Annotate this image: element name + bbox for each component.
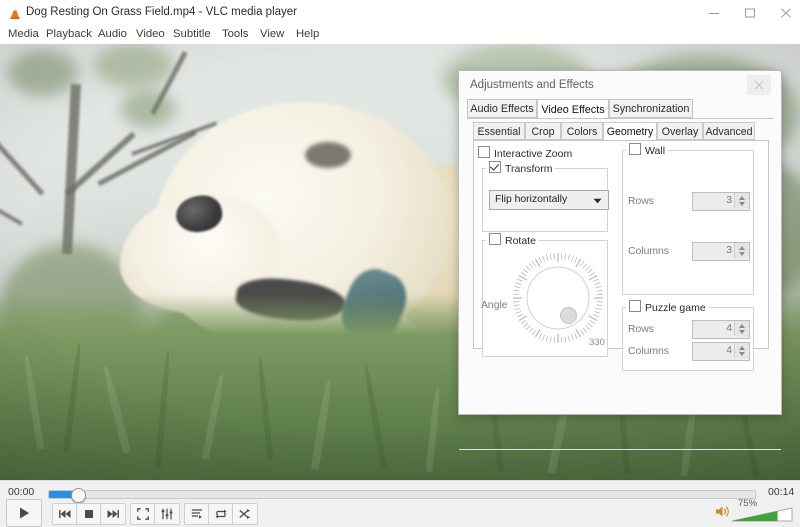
previous-icon (59, 510, 71, 518)
subtab-overlay[interactable]: Overlay (657, 122, 703, 140)
minimize-icon (709, 13, 719, 14)
playlist-button[interactable] (184, 503, 210, 525)
checkbox-box (478, 146, 490, 158)
wall-columns-value: 3 (726, 245, 732, 256)
subtab-advanced[interactable]: Advanced (703, 122, 755, 140)
fullscreen-button[interactable] (130, 503, 156, 525)
menu-subtitle[interactable]: Subtitle (171, 28, 213, 40)
volume-slider[interactable] (731, 507, 793, 522)
transform-mode-select[interactable]: Flip horizontally (489, 190, 609, 210)
wall-group (622, 150, 754, 295)
transform-mode-value: Flip horizontally (495, 194, 568, 205)
rotate-checkbox[interactable]: Rotate (486, 233, 539, 247)
loop-icon (215, 509, 227, 519)
vlc-cone-icon (10, 7, 20, 19)
close-icon (781, 8, 791, 18)
menu-view[interactable]: View (258, 28, 286, 40)
chevron-down-icon (593, 198, 602, 204)
puzzle-columns-value: 4 (726, 345, 732, 356)
window-title: Dog Resting On Grass Field.mp4 - VLC med… (26, 6, 297, 18)
loop-button[interactable] (208, 503, 234, 525)
subtab-colors[interactable]: Colors (561, 122, 603, 140)
spinner-arrows[interactable] (734, 321, 749, 336)
playback-control-bar: 00:00 00:14 75% (0, 480, 800, 527)
play-icon (20, 507, 29, 519)
maximize-button[interactable] (732, 0, 768, 26)
maximize-icon (745, 8, 755, 18)
puzzle-columns-label: Columns (628, 346, 669, 357)
checkbox-box (489, 161, 501, 173)
tab-video-effects[interactable]: Video Effects (537, 99, 609, 119)
wall-rows-label: Rows (628, 196, 654, 207)
vlc-main-window: Dog Resting On Grass Field.mp4 - VLC med… (0, 0, 800, 527)
tab-underline (467, 118, 773, 119)
playlist-icon (191, 509, 202, 519)
tab-audio-effects[interactable]: Audio Effects (467, 99, 537, 118)
wall-columns-label: Columns (628, 246, 669, 257)
menu-audio[interactable]: Audio (96, 28, 129, 40)
menu-video[interactable]: Video (134, 28, 167, 40)
title-bar: Dog Resting On Grass Field.mp4 - VLC med… (0, 0, 800, 26)
seek-slider[interactable] (48, 488, 756, 503)
seek-handle[interactable] (71, 488, 87, 503)
transform-checkbox[interactable]: Transform (486, 161, 556, 175)
speaker-icon[interactable] (715, 505, 730, 518)
next-button[interactable] (100, 503, 126, 525)
next-icon (107, 510, 119, 518)
angle-dial[interactable] (512, 252, 604, 344)
subtab-geometry[interactable]: Geometry (603, 122, 657, 141)
menu-bar: Media Playback Audio Video Subtitle Tool… (0, 26, 800, 44)
previous-button[interactable] (52, 503, 78, 525)
checkbox-box (629, 300, 641, 312)
rotate-label: Rotate (505, 235, 536, 247)
dialog-title: Adjustments and Effects (470, 79, 594, 91)
puzzle-label: Puzzle game (645, 302, 706, 314)
wall-rows-value: 3 (726, 195, 732, 206)
stop-button[interactable] (76, 503, 102, 525)
checkbox-box (489, 233, 501, 245)
wall-rows-spinner[interactable]: 3 (692, 192, 750, 211)
puzzle-group (622, 307, 754, 371)
angle-value: 330 (589, 337, 605, 348)
interactive-zoom-checkbox[interactable]: Interactive Zoom (478, 146, 572, 160)
puzzle-rows-value: 4 (726, 323, 732, 334)
spinner-arrows[interactable] (734, 193, 749, 208)
transform-label: Transform (505, 163, 553, 175)
angle-label: Angle (481, 300, 508, 311)
interactive-zoom-label: Interactive Zoom (494, 148, 573, 160)
wall-label: Wall (645, 145, 666, 157)
minimize-button[interactable] (696, 0, 732, 26)
equalizer-icon (161, 508, 173, 520)
close-window-button[interactable] (768, 0, 800, 26)
wall-checkbox[interactable]: Wall (626, 143, 669, 157)
puzzle-rows-label: Rows (628, 324, 654, 335)
shuffle-icon (239, 509, 251, 519)
wall-columns-spinner[interactable]: 3 (692, 242, 750, 261)
elapsed-time: 00:00 (8, 486, 35, 498)
shuffle-button[interactable] (232, 503, 258, 525)
fullscreen-icon (137, 508, 149, 520)
spinner-arrows[interactable] (734, 243, 749, 258)
menu-tools[interactable]: Tools (220, 28, 250, 40)
spinner-arrows[interactable] (734, 343, 749, 358)
play-button[interactable] (6, 499, 42, 527)
checkbox-box (629, 143, 641, 155)
total-time: 00:14 (768, 486, 795, 498)
puzzle-checkbox[interactable]: Puzzle game (626, 300, 709, 314)
tab-synchronization[interactable]: Synchronization (609, 99, 693, 118)
dialog-separator (459, 449, 781, 450)
subtab-essential[interactable]: Essential (473, 122, 525, 140)
stop-icon (85, 510, 93, 518)
close-icon (754, 80, 764, 90)
dialog-close-button[interactable] (747, 75, 771, 95)
puzzle-columns-spinner[interactable]: 4 (692, 342, 750, 361)
menu-help[interactable]: Help (294, 28, 321, 40)
menu-media[interactable]: Media (6, 28, 41, 40)
puzzle-rows-spinner[interactable]: 4 (692, 320, 750, 339)
menu-playback[interactable]: Playback (44, 28, 94, 40)
equalizer-button[interactable] (154, 503, 180, 525)
subtab-crop[interactable]: Crop (525, 122, 561, 140)
